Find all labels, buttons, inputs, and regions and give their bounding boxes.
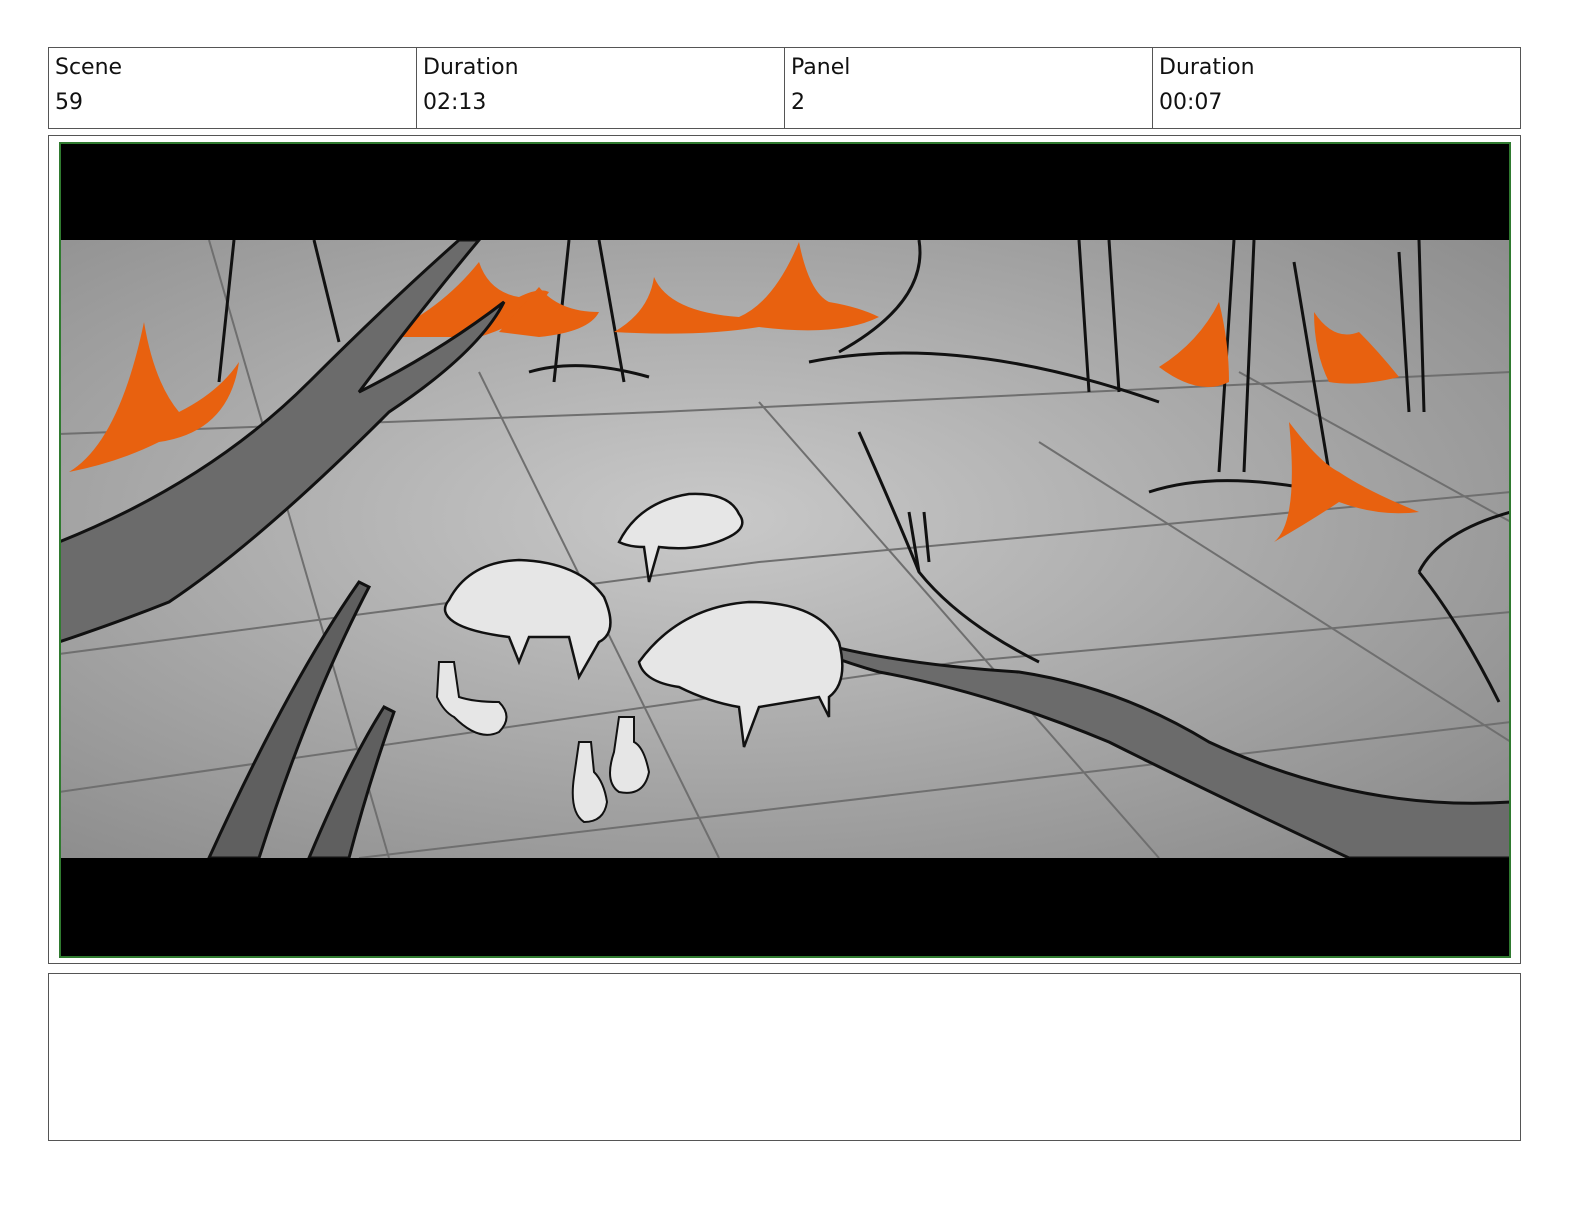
storyboard-sketch [59, 142, 1511, 958]
panel-cell: Panel 2 [785, 48, 1153, 128]
letterbox-bottom [59, 858, 1511, 958]
letterbox-top [59, 142, 1511, 240]
panel-info-header: Scene 59 Duration 02:13 Panel 2 Duration… [48, 47, 1521, 129]
scene-duration-value[interactable]: 02:13 [423, 90, 784, 116]
scene-duration-label: Duration [423, 55, 519, 80]
panel-duration-value[interactable]: 00:07 [1159, 90, 1520, 116]
scene-duration-cell: Duration 02:13 [417, 48, 785, 128]
panel-duration-cell: Duration 00:07 [1153, 48, 1520, 128]
scene-label: Scene [55, 55, 123, 80]
scene-value[interactable]: 59 [55, 90, 416, 116]
panel-value[interactable]: 2 [791, 90, 1152, 116]
panel-duration-label: Duration [1159, 55, 1255, 80]
notes-box[interactable] [48, 973, 1521, 1141]
panel-image-frame[interactable] [48, 135, 1521, 964]
scene-cell: Scene 59 [49, 48, 417, 128]
panel-label: Panel [791, 55, 851, 80]
